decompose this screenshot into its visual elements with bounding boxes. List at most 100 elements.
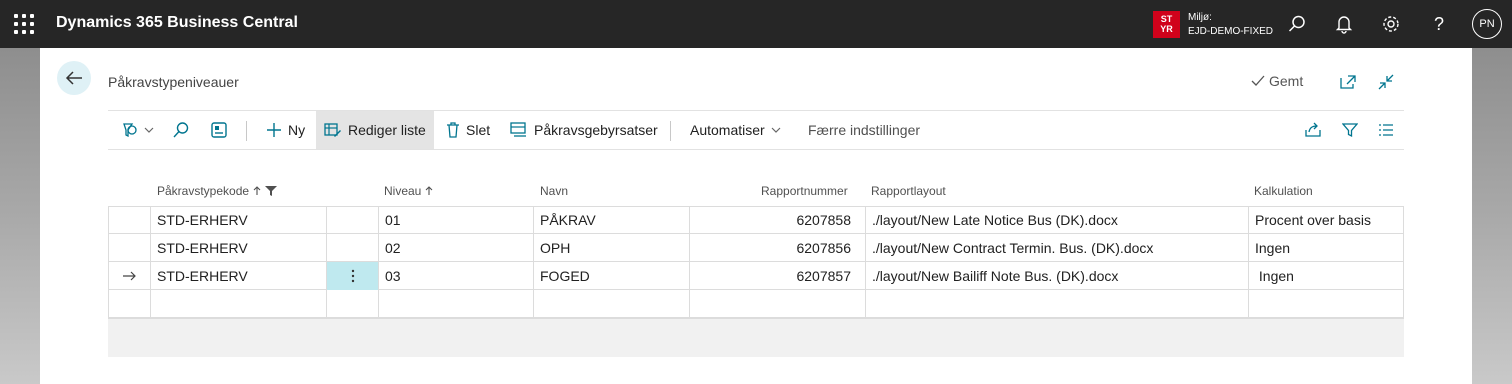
page-panel: Påkravstypeniveauer Gemt Ny Rediger list… [40, 48, 1472, 384]
cell-report-number[interactable]: 6207858 [690, 206, 866, 234]
layout-icon [211, 122, 227, 138]
personalize-button[interactable] [210, 111, 228, 149]
env-name: EJD-DEMO-FIXED [1188, 26, 1273, 37]
action-bar: Ny Rediger liste Slet Påkravsgebyrsatser… [108, 110, 1404, 150]
cell-code[interactable]: STD-ERHERV [151, 234, 327, 262]
new-button[interactable]: Ny [266, 111, 305, 149]
sort-ascending-icon [425, 186, 433, 195]
cell-calculation[interactable]: Ingen [1249, 262, 1404, 290]
chevron-down-icon [771, 127, 781, 133]
bell-icon[interactable] [1333, 13, 1355, 35]
grid-footer-area [108, 319, 1404, 357]
help-icon[interactable]: ? [1428, 13, 1450, 35]
edit-list-icon [324, 123, 341, 137]
fee-rates-button[interactable]: Påkravsgebyrsatser [510, 111, 658, 149]
table-row[interactable]: STD-ERHERV 01 PÅKRAV 6207858 ./layout/Ne… [108, 206, 1404, 234]
cell-name[interactable]: OPH [534, 234, 690, 262]
filter-applied-icon [265, 186, 278, 196]
automate-menu[interactable]: Automatiser [690, 111, 781, 149]
fewer-options-button[interactable]: Færre indstillinger [808, 111, 920, 149]
column-header-report-number[interactable]: Rapportnummer [761, 184, 848, 198]
arrow-right-icon [123, 271, 136, 281]
table-row-selected[interactable]: STD-ERHERV 03 FOGED 6207857 ./layout/New… [108, 262, 1404, 290]
cell-code[interactable] [151, 290, 327, 318]
sort-ascending-icon [253, 186, 261, 195]
cell-report-layout[interactable]: ./layout/New Contract Termin. Bus. (DK).… [866, 234, 1249, 262]
column-header-calculation-label: Kalkulation [1254, 184, 1313, 198]
share-icon [1305, 122, 1321, 137]
top-bar: Dynamics 365 Business Central ST YR Milj… [0, 0, 1512, 48]
cell-calculation[interactable] [1249, 290, 1404, 318]
cell-calculation[interactable]: Ingen [1249, 234, 1404, 262]
edit-list-label: Rediger liste [348, 122, 426, 138]
cell-report-number[interactable]: 6207857 [690, 262, 866, 290]
list-icon [1379, 124, 1393, 136]
fee-table-icon [510, 122, 526, 137]
row-indicator[interactable] [108, 234, 151, 262]
delete-label: Slet [466, 122, 491, 138]
edit-list-button[interactable]: Rediger liste [316, 111, 434, 149]
row-indicator[interactable] [108, 290, 151, 318]
cell-level[interactable] [379, 290, 534, 318]
column-header-code-label: Påkravstypekode [157, 184, 250, 198]
cell-report-layout[interactable]: ./layout/New Late Notice Bus (DK).docx [866, 206, 1249, 234]
search-button[interactable] [172, 111, 190, 149]
column-header-report-layout-label: Rapportlayout [871, 184, 946, 198]
collapse-icon[interactable] [1376, 72, 1396, 92]
cell-calculation[interactable]: Procent over basis [1249, 206, 1404, 234]
saved-status: Gemt [1251, 73, 1303, 89]
table-row[interactable]: STD-ERHERV 02 OPH 6207856 ./layout/New C… [108, 234, 1404, 262]
share-button[interactable] [1304, 111, 1322, 149]
filter-button[interactable] [1342, 111, 1358, 149]
column-header-name-label: Navn [540, 184, 569, 198]
saved-label: Gemt [1269, 73, 1304, 89]
open-new-window-icon[interactable] [1338, 72, 1358, 92]
cell-name[interactable]: PÅKRAV [534, 206, 690, 234]
column-header-report-number-label: Rapportnummer [761, 184, 848, 198]
filter-pane-toggle[interactable] [120, 111, 154, 149]
search-icon[interactable] [1286, 13, 1308, 35]
backdrop-left [0, 48, 40, 384]
column-header-level[interactable]: Niveau [384, 184, 433, 198]
user-avatar[interactable]: PN [1472, 9, 1502, 39]
cell-report-layout[interactable]: ./layout/New Bailiff Note Bus. (DK).docx [866, 262, 1249, 290]
chevron-down-icon [144, 127, 154, 133]
cell-level[interactable]: 02 [379, 234, 534, 262]
row-actions-button[interactable] [327, 262, 379, 290]
env-badge-line2: YR [1160, 24, 1173, 34]
page-title: Påkravstypeniveauer [108, 74, 239, 90]
environment-info[interactable]: Miljø: EJD-DEMO-FIXED [1188, 11, 1273, 39]
back-button[interactable] [57, 61, 91, 95]
row-menu-cell[interactable] [327, 234, 379, 262]
delete-button[interactable]: Slet [446, 111, 490, 149]
fee-rates-label: Påkravsgebyrsatser [534, 122, 658, 138]
row-menu-cell[interactable] [327, 290, 379, 318]
column-header-code[interactable]: Påkravstypekode [157, 184, 278, 198]
environment-badge[interactable]: ST YR [1153, 11, 1180, 38]
cell-report-number[interactable]: 6207856 [690, 234, 866, 262]
list-view-button[interactable] [1378, 111, 1394, 149]
cell-code[interactable]: STD-ERHERV [151, 206, 327, 234]
row-indicator[interactable] [108, 262, 151, 290]
fewer-options-label: Færre indstillinger [808, 122, 921, 138]
cell-report-number[interactable] [690, 290, 866, 318]
column-header-name[interactable]: Navn [540, 184, 568, 198]
app-launcher-icon[interactable] [14, 14, 34, 34]
arrow-left-icon [65, 71, 82, 85]
gear-icon[interactable] [1380, 13, 1402, 35]
cell-report-layout[interactable] [866, 290, 1249, 318]
cell-name[interactable] [534, 290, 690, 318]
cell-level[interactable]: 03 [379, 262, 534, 290]
trash-icon [447, 122, 459, 138]
new-label: Ny [288, 122, 306, 138]
column-header-calculation[interactable]: Kalkulation [1254, 184, 1313, 198]
cell-name[interactable]: FOGED [534, 262, 690, 290]
column-header-report-layout[interactable]: Rapportlayout [871, 184, 946, 198]
app-title[interactable]: Dynamics 365 Business Central [56, 14, 298, 32]
cell-level[interactable]: 01 [379, 206, 534, 234]
row-menu-cell[interactable] [327, 206, 379, 234]
cell-code[interactable]: STD-ERHERV [151, 262, 327, 290]
checkmark-icon [1251, 75, 1265, 86]
row-indicator[interactable] [108, 206, 151, 234]
table-row-empty[interactable] [108, 290, 1404, 318]
